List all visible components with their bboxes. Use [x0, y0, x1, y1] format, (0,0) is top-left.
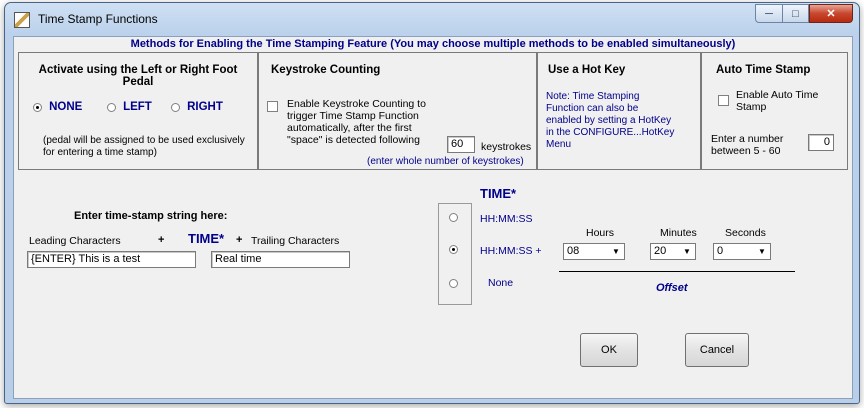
foot-pedal-panel: Activate using the Left or Right Foot Pe…	[18, 52, 258, 170]
keystroke-panel: Keystroke Counting Enable Keystroke Coun…	[258, 52, 537, 170]
offset-divider	[559, 271, 795, 272]
maximize-button[interactable]: □	[782, 4, 809, 23]
app-icon	[14, 12, 30, 28]
auto-stamp-input[interactable]: 0	[808, 134, 834, 151]
pedal-right-label: RIGHT	[187, 101, 223, 113]
pedal-right-radio[interactable]	[171, 102, 180, 112]
keystroke-checkbox[interactable]	[267, 101, 278, 112]
keystroke-count-input[interactable]: 60	[447, 136, 475, 153]
time-format-radio-2[interactable]	[449, 245, 458, 254]
pedal-note: (pedal will be assigned to be used exclu…	[43, 135, 245, 158]
hotkey-title: Use a Hot Key	[548, 64, 626, 76]
ok-button[interactable]: OK	[580, 333, 638, 367]
auto-stamp-checkbox[interactable]	[718, 95, 729, 106]
auto-stamp-title: Auto Time Stamp	[716, 64, 811, 76]
seconds-select[interactable]: 0 ▼	[713, 243, 771, 260]
pedal-left-label: LEFT	[123, 101, 152, 113]
seconds-value: 0	[717, 245, 724, 257]
minimize-button[interactable]: ─	[755, 4, 782, 23]
hours-value: 08	[567, 245, 580, 257]
pedal-option-right[interactable]: RIGHT	[171, 101, 223, 113]
auto-stamp-panel: Auto Time Stamp Enable Auto Time Stamp E…	[701, 52, 848, 170]
close-button[interactable]: ✕	[809, 4, 853, 23]
chevron-down-icon[interactable]: ▼	[679, 244, 695, 259]
auto-stamp-label: Enable Auto Time Stamp	[736, 89, 819, 113]
pedal-none-radio[interactable]	[33, 102, 42, 112]
pedal-option-none[interactable]: NONE	[33, 101, 82, 113]
minimize-icon: ─	[765, 7, 773, 20]
keystroke-hint: (enter whole number of keystrokes)	[367, 156, 524, 167]
cancel-button[interactable]: Cancel	[685, 333, 749, 367]
hotkey-note: Note: Time Stamping Function can also be…	[546, 91, 675, 150]
leading-plus: +	[158, 234, 165, 246]
chevron-down-icon[interactable]: ▼	[608, 244, 624, 259]
time-format-option-1[interactable]: HH:MM:SS	[480, 213, 533, 225]
leading-input[interactable]: {ENTER} This is a test	[27, 251, 196, 268]
caption-buttons: ─ □ ✕	[755, 4, 853, 24]
close-icon: ✕	[826, 8, 836, 20]
stamp-string-heading: Enter time-stamp string here:	[74, 210, 228, 222]
keystroke-label: Enable Keystroke Counting to trigger Tim…	[287, 98, 426, 146]
minutes-value: 20	[654, 245, 667, 257]
time-format-header: TIME*	[480, 186, 517, 201]
dialog-client: Methods for Enabling the Time Stamping F…	[13, 36, 853, 399]
maximize-icon: □	[792, 7, 799, 20]
time-format-radio-3[interactable]	[449, 279, 458, 288]
title-bar[interactable]: Time Stamp Functions ─ □ ✕	[5, 3, 859, 35]
trailing-label: Trailing Characters	[251, 235, 340, 247]
hours-label: Hours	[586, 227, 615, 239]
trailing-plus: +	[236, 234, 243, 246]
keystroke-title: Keystroke Counting	[271, 64, 381, 76]
pedal-none-label: NONE	[49, 101, 83, 113]
minutes-label: Minutes	[660, 227, 697, 239]
seconds-label: Seconds	[725, 227, 766, 239]
methods-header: Methods for Enabling the Time Stamping F…	[130, 38, 736, 50]
hours-select[interactable]: 08 ▼	[563, 243, 625, 260]
minutes-select[interactable]: 20 ▼	[650, 243, 696, 260]
hotkey-panel: Use a Hot Key Note: Time Stamping Functi…	[537, 52, 701, 170]
window-title: Time Stamp Functions	[38, 12, 158, 26]
dialog-window: Time Stamp Functions ─ □ ✕ Methods for E…	[4, 2, 860, 404]
leading-label: Leading Characters	[29, 235, 121, 247]
time-format-option-3[interactable]: None	[488, 277, 513, 289]
time-format-radio-1[interactable]	[449, 213, 458, 222]
pedal-left-radio[interactable]	[107, 102, 116, 112]
time-token: TIME*	[188, 231, 225, 246]
foot-pedal-title: Activate using the Left or Right Foot Pe…	[38, 64, 238, 88]
pedal-option-left[interactable]: LEFT	[107, 101, 152, 113]
keystroke-suffix: keystrokes	[481, 141, 532, 153]
auto-stamp-range-label: Enter a number between 5 - 60	[711, 133, 784, 157]
trailing-input[interactable]: Real time	[211, 251, 350, 268]
chevron-down-icon[interactable]: ▼	[754, 244, 770, 259]
offset-caption: Offset	[656, 282, 688, 294]
time-format-option-2[interactable]: HH:MM:SS +	[480, 245, 542, 257]
